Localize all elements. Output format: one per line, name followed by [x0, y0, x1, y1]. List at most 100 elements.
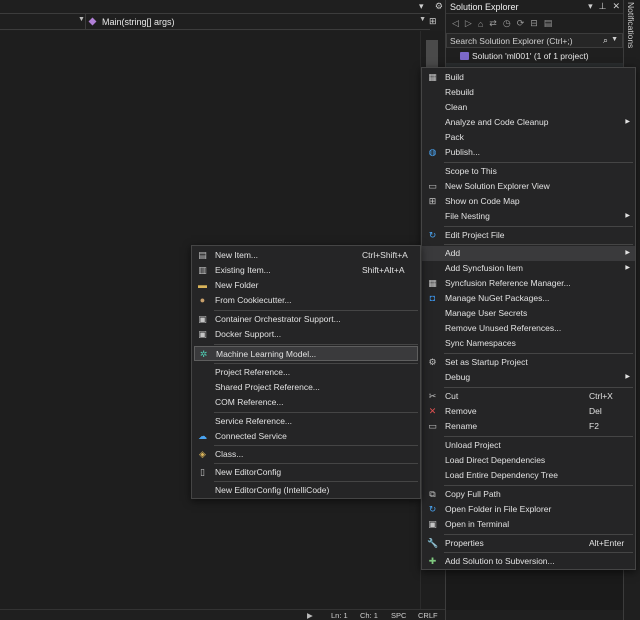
- menu-item-scope[interactable]: Scope to This: [422, 164, 635, 179]
- dropdown-icon[interactable]: ▾: [419, 1, 424, 12]
- add-submenu: ▤ New Item... Ctrl+Shift+A ▥ Existing It…: [191, 245, 421, 499]
- status-line[interactable]: Ln: 1: [331, 611, 348, 620]
- submenu-item-container[interactable]: ▣ Container Orchestrator Support...: [192, 312, 420, 327]
- submenu-item-class[interactable]: ◈ Class...: [192, 447, 420, 462]
- submenu-item-existing-item[interactable]: ▥ Existing Item... Shift+Alt+A: [192, 263, 420, 278]
- menu-item-remove[interactable]: ✕ Remove Del: [422, 404, 635, 419]
- menu-item-copy-path[interactable]: ⧉ Copy Full Path: [422, 487, 635, 502]
- menu-item-user-secrets[interactable]: Manage User Secrets: [422, 306, 635, 321]
- code-map-icon: ⊞: [428, 196, 437, 206]
- solution-explorer-search[interactable]: Search Solution Explorer (Ctrl+;) ⌕ ▼: [446, 33, 623, 48]
- menu-item-load-tree[interactable]: Load Entire Dependency Tree: [422, 468, 635, 483]
- new-item-icon: ▤: [198, 250, 207, 260]
- submenu-item-editorconfig[interactable]: ▯ New EditorConfig: [192, 465, 420, 480]
- menu-item-edit-project[interactable]: ↻ Edit Project File: [422, 228, 635, 243]
- scrollbar-thumb[interactable]: [426, 40, 438, 68]
- chevron-down-icon[interactable]: ▼: [611, 36, 618, 43]
- menu-item-add[interactable]: Add ▶: [422, 246, 635, 261]
- solution-explorer-toolbar: ◁ ▷ ⌂ ⇄ ◷ ⟳ ⊟ ▤: [446, 15, 624, 32]
- gear-icon[interactable]: ⚙: [435, 1, 443, 12]
- submenu-item-editorconfig-intellicode[interactable]: New EditorConfig (IntelliCode): [192, 483, 420, 498]
- menu-item-pack[interactable]: Pack: [422, 130, 635, 145]
- home-icon[interactable]: ⌂: [478, 19, 483, 29]
- menu-separator: [444, 534, 633, 535]
- remove-icon: ✕: [428, 406, 437, 416]
- submenu-item-docker[interactable]: ▣ Docker Support...: [192, 327, 420, 342]
- panel-title-controls: ▾ ⊥ ✕: [588, 1, 620, 12]
- menu-separator: [444, 387, 633, 388]
- submenu-item-project-ref[interactable]: Project Reference...: [192, 365, 420, 380]
- chevron-down-icon[interactable]: ▼: [419, 16, 426, 23]
- menu-separator: [214, 481, 418, 482]
- menu-item-code-map[interactable]: ⊞ Show on Code Map: [422, 194, 635, 209]
- menu-separator: [444, 485, 633, 486]
- menu-item-sync-namespaces[interactable]: Sync Namespaces: [422, 336, 635, 351]
- copy-icon: ⧉: [429, 489, 436, 499]
- open-folder-icon: ↻: [428, 504, 437, 514]
- menu-item-rebuild[interactable]: Rebuild: [422, 85, 635, 100]
- menu-item-cut[interactable]: ✂ Cut Ctrl+X: [422, 389, 635, 404]
- pin-icon[interactable]: ⊥: [599, 1, 607, 12]
- menu-separator: [444, 353, 633, 354]
- menu-item-properties[interactable]: 🔧 Properties Alt+Enter: [422, 536, 635, 551]
- submenu-item-service-ref[interactable]: Service Reference...: [192, 414, 420, 429]
- menu-item-load-direct[interactable]: Load Direct Dependencies: [422, 453, 635, 468]
- member-label: Main(string[] args): [102, 16, 175, 27]
- menu-item-startup[interactable]: ⚙ Set as Startup Project: [422, 355, 635, 370]
- search-input[interactable]: Search Solution Explorer (Ctrl+;): [450, 36, 573, 46]
- forward-icon[interactable]: ▷: [465, 18, 472, 29]
- menu-item-analyze[interactable]: Analyze and Code Cleanup ▶: [422, 115, 635, 130]
- connected-service-icon: ☁: [198, 431, 207, 441]
- submenu-item-new-item[interactable]: ▤ New Item... Ctrl+Shift+A: [192, 248, 420, 263]
- menu-item-add-syncfusion[interactable]: Add Syncfusion Item ▶: [422, 261, 635, 276]
- menu-item-debug[interactable]: Debug ▶: [422, 370, 635, 385]
- back-icon[interactable]: ◁: [452, 18, 459, 29]
- solution-label: Solution 'ml001' (1 of 1 project): [472, 51, 589, 61]
- submenu-item-new-folder[interactable]: ▬ New Folder: [192, 278, 420, 293]
- dropdown-icon[interactable]: ▾: [588, 1, 593, 12]
- search-icon[interactable]: ⌕: [603, 35, 608, 46]
- status-char[interactable]: Ch: 1: [360, 611, 378, 620]
- menu-item-terminal[interactable]: ▣ Open in Terminal: [422, 517, 635, 532]
- switch-views-icon[interactable]: ⇄: [489, 18, 497, 29]
- menu-separator: [214, 463, 418, 464]
- notifications-tab[interactable]: Notifications: [626, 2, 636, 48]
- submenu-item-shared-project-ref[interactable]: Shared Project Reference...: [192, 380, 420, 395]
- chevron-down-icon: ▼: [78, 16, 85, 23]
- submenu-arrow-icon: ▶: [625, 250, 630, 256]
- menu-item-file-nesting[interactable]: File Nesting ▶: [422, 209, 635, 224]
- editorconfig-icon: ▯: [200, 467, 205, 477]
- status-line-ending[interactable]: CRLF: [418, 611, 438, 620]
- menu-separator: [444, 226, 633, 227]
- show-all-files-icon[interactable]: ▤: [544, 18, 553, 29]
- menu-item-publish[interactable]: ◍ Publish...: [422, 145, 635, 160]
- member-dropdown[interactable]: Main(string[] args): [89, 15, 175, 28]
- menu-item-build[interactable]: ▦ Build: [422, 70, 635, 85]
- submenu-item-ml-model[interactable]: ✲ Machine Learning Model...: [194, 346, 418, 361]
- menu-item-nuget[interactable]: ◘ Manage NuGet Packages...: [422, 291, 635, 306]
- menu-item-syncfusion-ref[interactable]: ▦ Syncfusion Reference Manager...: [422, 276, 635, 291]
- editor-window-controls: ▾ ⚙: [416, 0, 446, 13]
- status-spacing[interactable]: SPC: [391, 611, 406, 620]
- sync-icon[interactable]: ⟳: [517, 18, 525, 29]
- menu-item-clean[interactable]: Clean: [422, 100, 635, 115]
- submenu-item-com-ref[interactable]: COM Reference...: [192, 395, 420, 410]
- submenu-item-cookiecutter[interactable]: ● From Cookiecutter...: [192, 293, 420, 308]
- menu-item-new-view[interactable]: ▭ New Solution Explorer View: [422, 179, 635, 194]
- close-icon[interactable]: ✕: [612, 1, 620, 12]
- menu-item-rename[interactable]: ▭ Rename F2: [422, 419, 635, 434]
- menu-item-open-folder[interactable]: ↻ Open Folder in File Explorer: [422, 502, 635, 517]
- submenu-item-connected-service[interactable]: ☁ Connected Service: [192, 429, 420, 444]
- menu-separator: [444, 162, 633, 163]
- menu-separator: [214, 363, 418, 364]
- type-dropdown[interactable]: ▼: [0, 14, 86, 29]
- menu-item-remove-refs[interactable]: Remove Unused References...: [422, 321, 635, 336]
- status-expand-icon[interactable]: ▶: [307, 611, 313, 620]
- menu-item-unload[interactable]: Unload Project: [422, 438, 635, 453]
- split-editor-icon[interactable]: ⊞: [429, 16, 437, 27]
- menu-item-subversion[interactable]: ✚ Add Solution to Subversion...: [422, 554, 635, 569]
- collapse-all-icon[interactable]: ⊟: [530, 18, 538, 29]
- pending-changes-icon[interactable]: ◷: [503, 18, 511, 29]
- solution-node[interactable]: Solution 'ml001' (1 of 1 project): [446, 49, 623, 63]
- solution-explorer-titlebar: Solution Explorer ▾ ⊥ ✕: [446, 0, 624, 14]
